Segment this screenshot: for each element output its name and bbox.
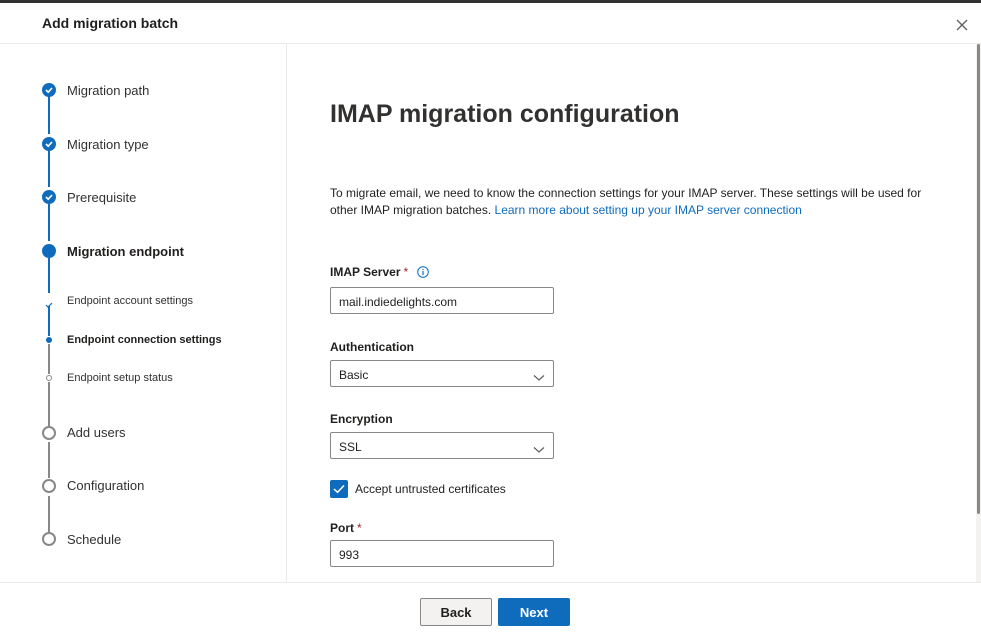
chevron-down-icon	[533, 443, 545, 457]
pending-step-icon	[42, 532, 56, 546]
current-substep-icon	[46, 337, 52, 343]
step-configuration[interactable]: Configuration	[67, 478, 144, 493]
port-label: Port *	[330, 521, 362, 535]
imap-server-label-text: IMAP Server	[330, 265, 401, 279]
close-icon[interactable]	[953, 16, 971, 34]
panel-title: Add migration batch	[42, 15, 179, 31]
check-icon	[42, 137, 56, 151]
check-icon	[42, 190, 56, 204]
encryption-value: SSL	[339, 440, 362, 454]
port-input[interactable]: 993	[330, 540, 554, 567]
pending-step-icon	[42, 426, 56, 440]
wizard-step-nav: Migration path Migration type Prerequisi…	[0, 44, 287, 582]
step-connector	[48, 496, 50, 532]
step-schedule[interactable]: Schedule	[67, 532, 121, 547]
main-content: IMAP migration configuration To migrate …	[287, 44, 977, 582]
step-add-users[interactable]: Add users	[67, 425, 126, 440]
current-step-icon	[42, 244, 56, 258]
imap-server-input[interactable]: mail.indiedelights.com	[330, 287, 554, 314]
step-migration-endpoint[interactable]: Migration endpoint	[67, 244, 184, 259]
step-connector	[48, 150, 50, 187]
authentication-value: Basic	[339, 368, 369, 382]
step-connector	[48, 258, 50, 293]
description: To migrate email, we need to know the co…	[330, 185, 940, 219]
info-icon[interactable]	[417, 265, 429, 278]
imap-server-label: IMAP Server *	[330, 265, 408, 279]
substep-endpoint-account-settings[interactable]: Endpoint account settings	[67, 295, 193, 307]
accept-untrusted-checkbox[interactable]	[330, 480, 348, 498]
step-prerequisite[interactable]: Prerequisite	[67, 190, 136, 205]
step-migration-path[interactable]: Migration path	[67, 83, 149, 98]
step-connector	[48, 96, 50, 134]
port-label-text: Port	[330, 521, 354, 535]
pending-substep-icon	[46, 375, 52, 381]
learn-more-link[interactable]: Learn more about setting up your IMAP se…	[495, 203, 802, 217]
check-icon	[42, 83, 56, 97]
encryption-dropdown[interactable]: SSL	[330, 432, 554, 459]
substep-endpoint-setup-status[interactable]: Endpoint setup status	[67, 372, 173, 384]
step-connector	[48, 204, 50, 241]
back-button[interactable]: Back	[420, 598, 492, 626]
panel-header: Add migration batch	[0, 3, 981, 44]
substep-endpoint-connection-settings[interactable]: Endpoint connection settings	[67, 334, 222, 346]
panel-footer: Back Next	[0, 582, 981, 637]
authentication-label: Authentication	[330, 340, 414, 354]
required-marker: *	[357, 521, 362, 535]
scrollbar-thumb[interactable]	[977, 44, 980, 514]
pending-step-icon	[42, 479, 56, 493]
required-marker: *	[403, 265, 409, 279]
chevron-down-icon	[533, 371, 545, 385]
encryption-label: Encryption	[330, 412, 393, 426]
step-connector	[48, 382, 50, 426]
authentication-dropdown[interactable]: Basic	[330, 360, 554, 387]
step-migration-type[interactable]: Migration type	[67, 137, 149, 152]
accept-untrusted-label[interactable]: Accept untrusted certificates	[355, 482, 506, 496]
next-button[interactable]: Next	[498, 598, 570, 626]
step-connector	[48, 442, 50, 478]
step-connector	[48, 344, 50, 374]
check-icon	[44, 297, 54, 315]
page-title: IMAP migration configuration	[330, 100, 680, 128]
